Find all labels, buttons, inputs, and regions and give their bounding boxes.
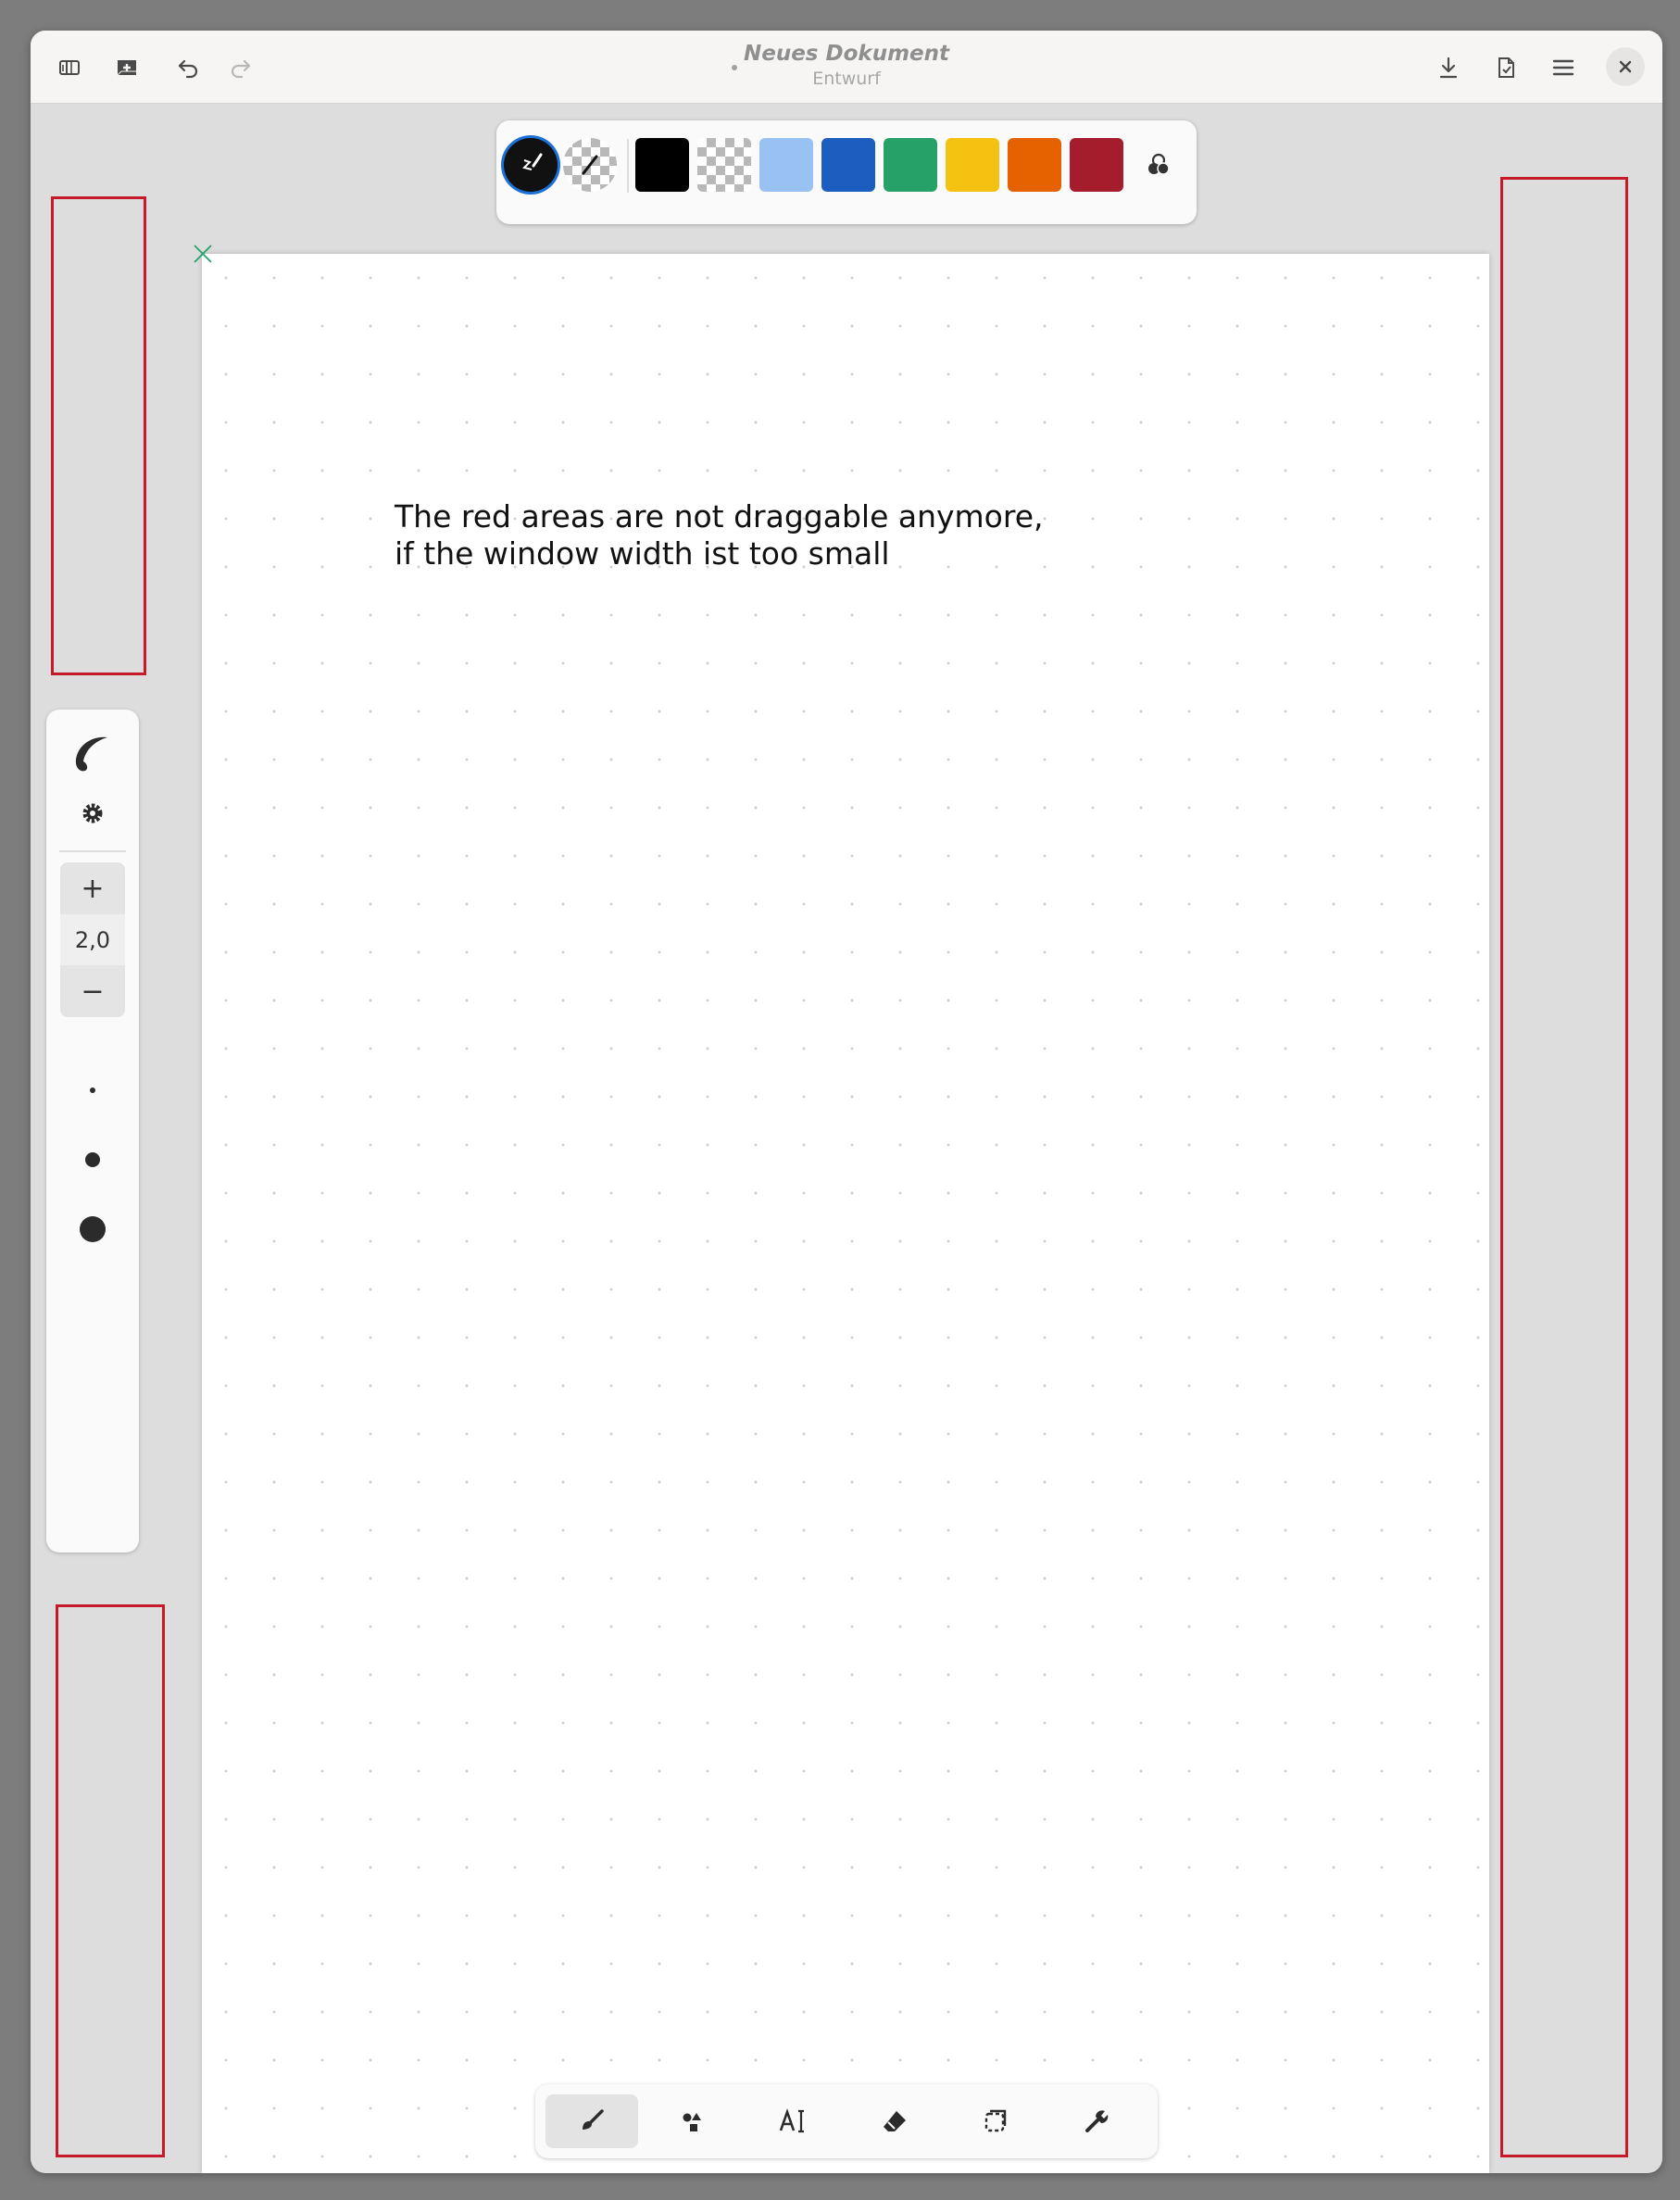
stroke-pen-icon (522, 153, 543, 170)
color-swatch-green[interactable] (884, 138, 937, 192)
wrench-icon[interactable] (1050, 2094, 1143, 2148)
palette-separator (627, 139, 629, 193)
download-icon[interactable] (1428, 47, 1469, 88)
non-draggable-area-right (1500, 177, 1628, 2157)
tool-bar (535, 2084, 1158, 2158)
non-draggable-area-left-bottom (56, 1604, 165, 2157)
title-area: Neues Dokument Entwurf (31, 40, 1662, 90)
decrease-width-button[interactable]: − (60, 965, 125, 1017)
non-draggable-area-left-top (51, 196, 146, 675)
width-preset-small[interactable] (90, 1087, 95, 1093)
color-picker-icon[interactable] (1132, 138, 1185, 192)
fill-color-mode-button[interactable] (563, 138, 617, 192)
color-swatch-orange[interactable] (1008, 138, 1061, 192)
header-bar[interactable]: Neues Dokument Entwurf (31, 31, 1662, 104)
eraser-icon[interactable] (848, 2094, 941, 2148)
brush-icon[interactable] (545, 2094, 638, 2148)
document-origin-marker (194, 245, 212, 263)
stroke-width-stepper: + 2,0 − (60, 862, 125, 1017)
width-preset-medium[interactable] (85, 1152, 100, 1167)
hamburger-menu-icon[interactable] (1543, 47, 1584, 88)
color-swatch-light-blue[interactable] (759, 138, 813, 192)
panel-separator (59, 850, 126, 852)
text-tool-icon[interactable] (747, 2094, 840, 2148)
brush-style-icon[interactable] (67, 728, 119, 780)
canvas-page[interactable]: The red areas are not draggable anymore,… (202, 254, 1489, 2173)
fill-pen-icon (582, 155, 598, 175)
stroke-width-value[interactable]: 2,0 (60, 914, 125, 965)
document-subtitle: Entwurf (812, 69, 881, 89)
color-swatch-black[interactable] (635, 138, 689, 192)
color-swatch-red[interactable] (1070, 138, 1123, 192)
canvas-text-line-2: if the window width ist too small (395, 535, 890, 572)
selector-icon[interactable] (949, 2094, 1042, 2148)
canvas-text-block[interactable]: The red areas are not draggable anymore,… (395, 498, 1228, 572)
app-window: Neues Dokument Entwurf The red areas are… (31, 31, 1662, 2173)
close-icon[interactable] (1606, 47, 1645, 86)
canvas-text-line-1: The red areas are not draggable anymore, (395, 498, 1044, 534)
color-swatch-transparent[interactable] (697, 138, 751, 192)
gear-icon[interactable] (80, 800, 106, 826)
stroke-color-mode-button[interactable] (504, 138, 558, 192)
increase-width-button[interactable]: + (60, 862, 125, 914)
color-palette (496, 120, 1197, 224)
color-swatch-blue[interactable] (821, 138, 875, 192)
document-title: Neues Dokument (743, 42, 949, 66)
pen-settings-panel: + 2,0 − (46, 710, 139, 1553)
color-swatch-yellow[interactable] (946, 138, 999, 192)
shapes-icon[interactable] (646, 2094, 739, 2148)
document-save-icon[interactable] (1486, 47, 1526, 88)
width-preset-large[interactable] (80, 1216, 106, 1242)
